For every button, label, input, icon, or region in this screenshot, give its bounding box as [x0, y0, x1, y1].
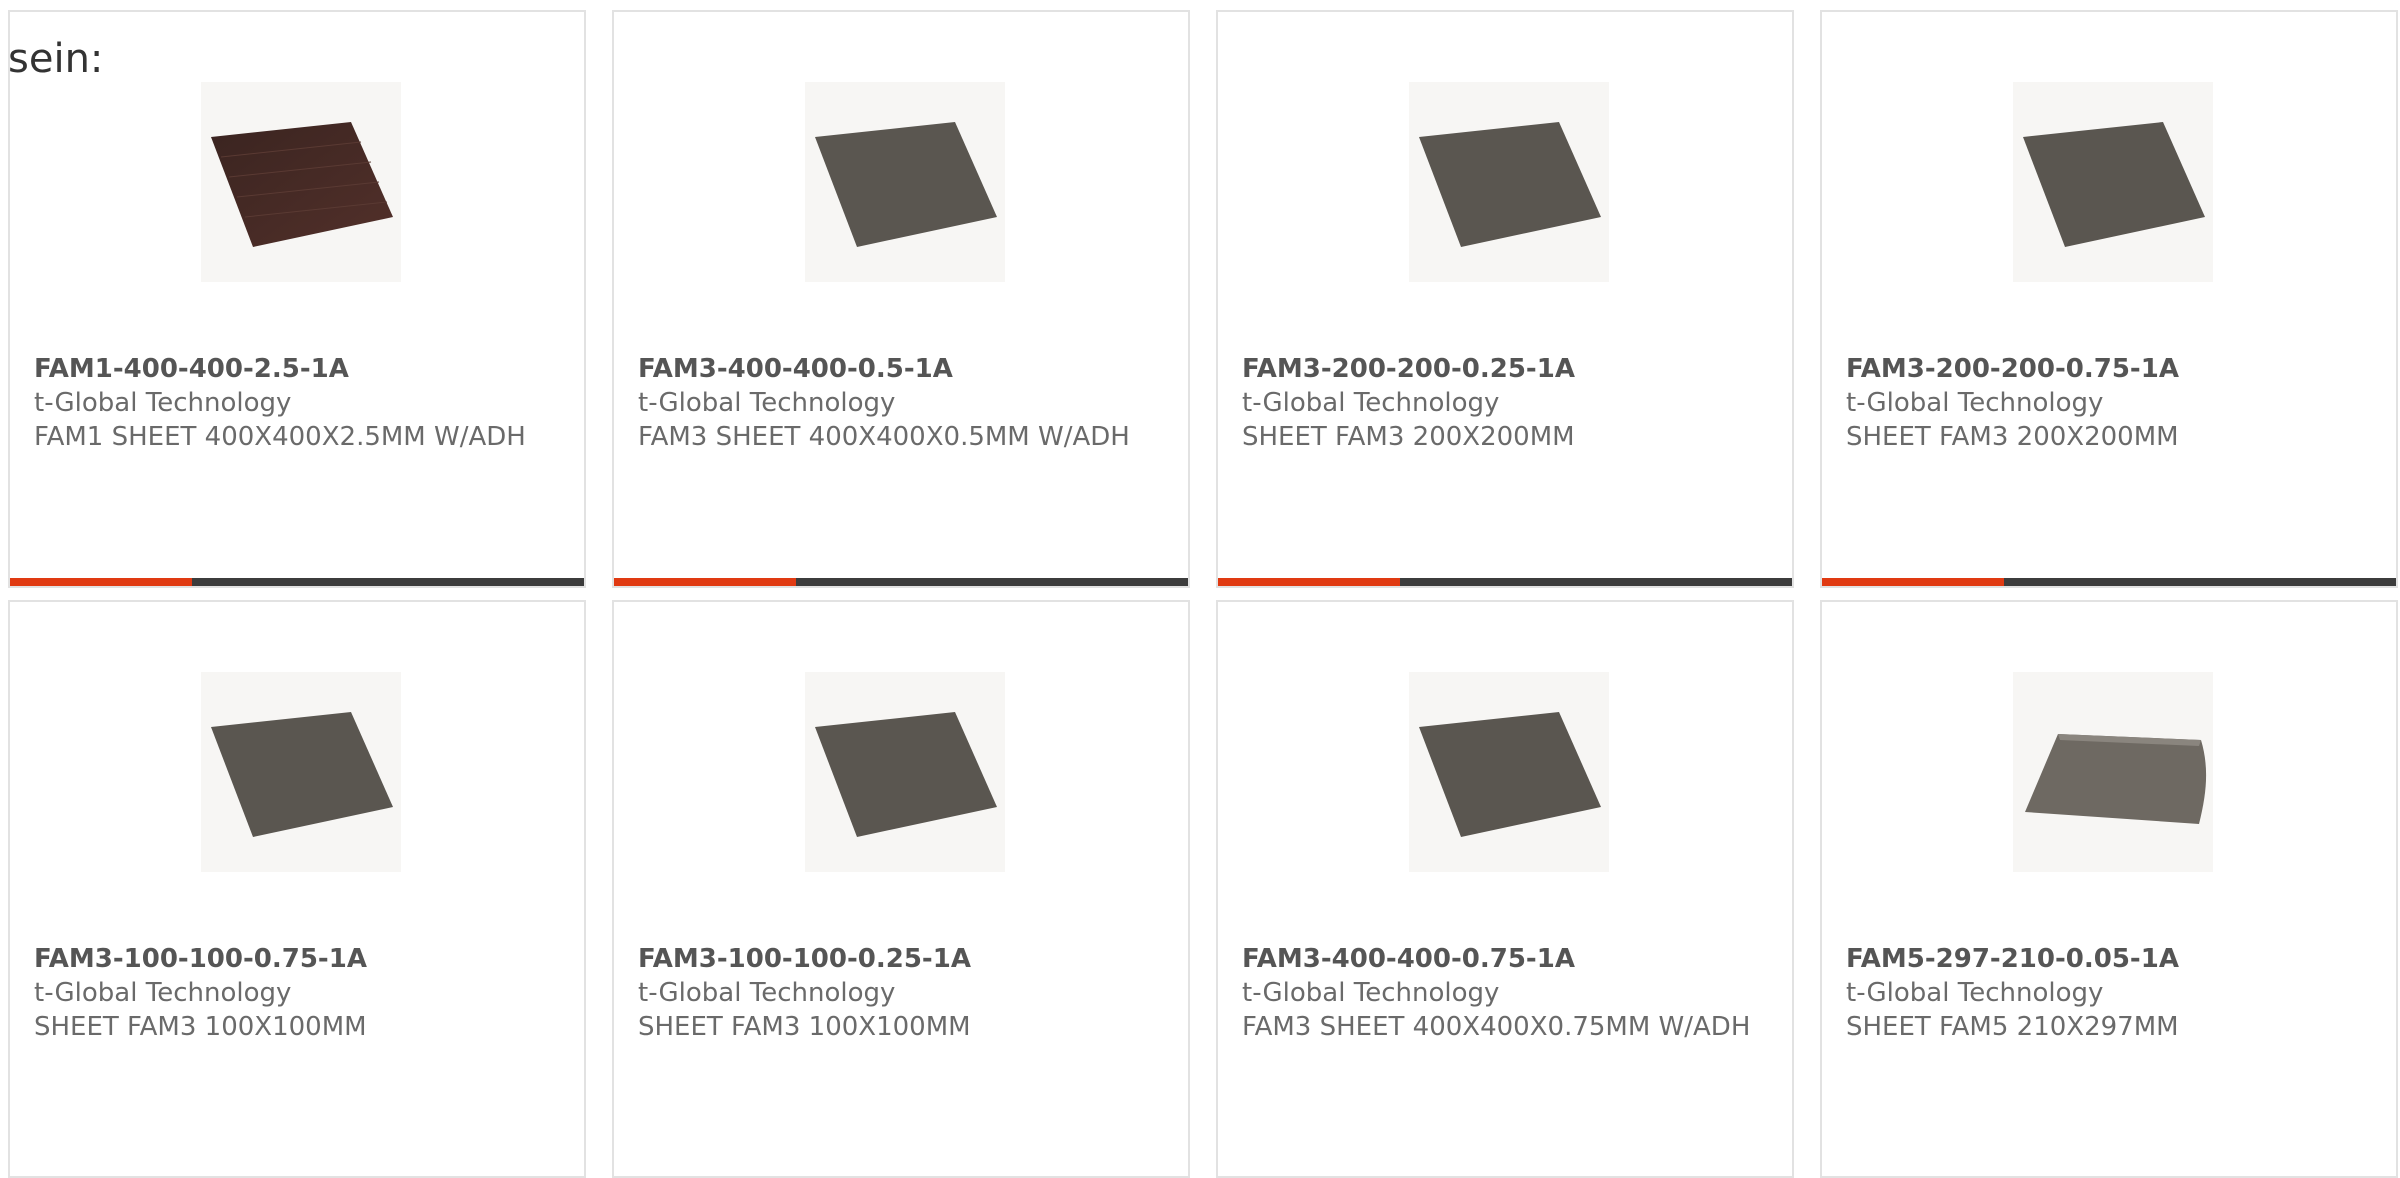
- part-number[interactable]: FAM1-400-400-2.5-1A: [34, 352, 560, 386]
- product-description: SHEET FAM3 100X100MM: [34, 1012, 367, 1042]
- manufacturer: t-Global Technology: [638, 388, 896, 418]
- part-number[interactable]: FAM3-200-200-0.75-1A: [1846, 352, 2372, 386]
- product-image[interactable]: [1409, 672, 1609, 872]
- product-image[interactable]: [2013, 82, 2213, 282]
- intro-text: sein:: [8, 36, 104, 82]
- manufacturer: t-Global Technology: [638, 978, 896, 1008]
- product-card[interactable]: FAM3-400-400-0.75-1A t-Global Technology…: [1216, 600, 1794, 1178]
- product-card[interactable]: FAM3-200-200-0.75-1A t-Global Technology…: [1820, 10, 2398, 588]
- product-card[interactable]: FAM1-400-400-2.5-1A t-Global Technology …: [8, 10, 586, 588]
- part-number[interactable]: FAM3-400-400-0.5-1A: [638, 352, 1164, 386]
- product-description: FAM3 SHEET 400X400X0.5MM W/ADH: [638, 422, 1130, 452]
- product-description: SHEET FAM5 210X297MM: [1846, 1012, 2179, 1042]
- manufacturer: t-Global Technology: [1846, 388, 2104, 418]
- product-info: FAM3-100-100-0.75-1A t-Global Technology…: [34, 942, 560, 1044]
- manufacturer: t-Global Technology: [34, 978, 292, 1008]
- gray-sheet-icon: [1419, 122, 1601, 247]
- card-accent-bar: [1218, 578, 1400, 586]
- product-card[interactable]: FAM5-297-210-0.05-1A t-Global Technology…: [1820, 600, 2398, 1178]
- product-info: FAM3-400-400-0.5-1A t-Global Technology …: [638, 352, 1164, 454]
- product-description: SHEET FAM3 200X200MM: [1242, 422, 1575, 452]
- product-description: FAM1 SHEET 400X400X2.5MM W/ADH: [34, 422, 526, 452]
- part-number[interactable]: FAM3-100-100-0.75-1A: [34, 942, 560, 976]
- product-description: SHEET FAM3 100X100MM: [638, 1012, 971, 1042]
- gray-sheet-icon: [815, 122, 997, 247]
- product-image[interactable]: [805, 672, 1005, 872]
- product-image[interactable]: [201, 82, 401, 282]
- gray-sheet-icon: [2023, 122, 2205, 247]
- card-progress-bar: [10, 578, 584, 586]
- card-progress-bar: [1218, 578, 1792, 586]
- part-number[interactable]: FAM3-200-200-0.25-1A: [1242, 352, 1768, 386]
- product-info: FAM3-100-100-0.25-1A t-Global Technology…: [638, 942, 1164, 1044]
- gray-sheet-icon: [815, 712, 997, 837]
- product-card[interactable]: FAM3-200-200-0.25-1A t-Global Technology…: [1216, 10, 1794, 588]
- product-info: FAM3-200-200-0.75-1A t-Global Technology…: [1846, 352, 2372, 454]
- part-number[interactable]: FAM3-400-400-0.75-1A: [1242, 942, 1768, 976]
- product-info: FAM1-400-400-2.5-1A t-Global Technology …: [34, 352, 560, 454]
- manufacturer: t-Global Technology: [1242, 978, 1500, 1008]
- product-description: FAM3 SHEET 400X400X0.75MM W/ADH: [1242, 1012, 1751, 1042]
- product-card[interactable]: FAM3-100-100-0.75-1A t-Global Technology…: [8, 600, 586, 1178]
- curled-sheet-icon: [2025, 734, 2207, 824]
- gray-sheet-icon: [211, 712, 393, 837]
- card-progress-bar: [1822, 578, 2396, 586]
- part-number[interactable]: FAM5-297-210-0.05-1A: [1846, 942, 2372, 976]
- card-accent-bar: [1822, 578, 2004, 586]
- product-grid: FAM1-400-400-2.5-1A t-Global Technology …: [8, 10, 2398, 1178]
- product-info: FAM5-297-210-0.05-1A t-Global Technology…: [1846, 942, 2372, 1044]
- gray-sheet-icon: [1419, 712, 1601, 837]
- product-image[interactable]: [2013, 672, 2213, 872]
- product-image[interactable]: [1409, 82, 1609, 282]
- product-image[interactable]: [805, 82, 1005, 282]
- manufacturer: t-Global Technology: [1242, 388, 1500, 418]
- product-info: FAM3-400-400-0.75-1A t-Global Technology…: [1242, 942, 1768, 1044]
- product-description: SHEET FAM3 200X200MM: [1846, 422, 2179, 452]
- part-number[interactable]: FAM3-100-100-0.25-1A: [638, 942, 1164, 976]
- product-info: FAM3-200-200-0.25-1A t-Global Technology…: [1242, 352, 1768, 454]
- card-accent-bar: [614, 578, 796, 586]
- product-card[interactable]: FAM3-400-400-0.5-1A t-Global Technology …: [612, 10, 1190, 588]
- card-progress-bar: [614, 578, 1188, 586]
- product-card[interactable]: FAM3-100-100-0.25-1A t-Global Technology…: [612, 600, 1190, 1178]
- manufacturer: t-Global Technology: [1846, 978, 2104, 1008]
- product-image[interactable]: [201, 672, 401, 872]
- manufacturer: t-Global Technology: [34, 388, 292, 418]
- card-accent-bar: [10, 578, 192, 586]
- brown-sheet-icon: [211, 122, 393, 247]
